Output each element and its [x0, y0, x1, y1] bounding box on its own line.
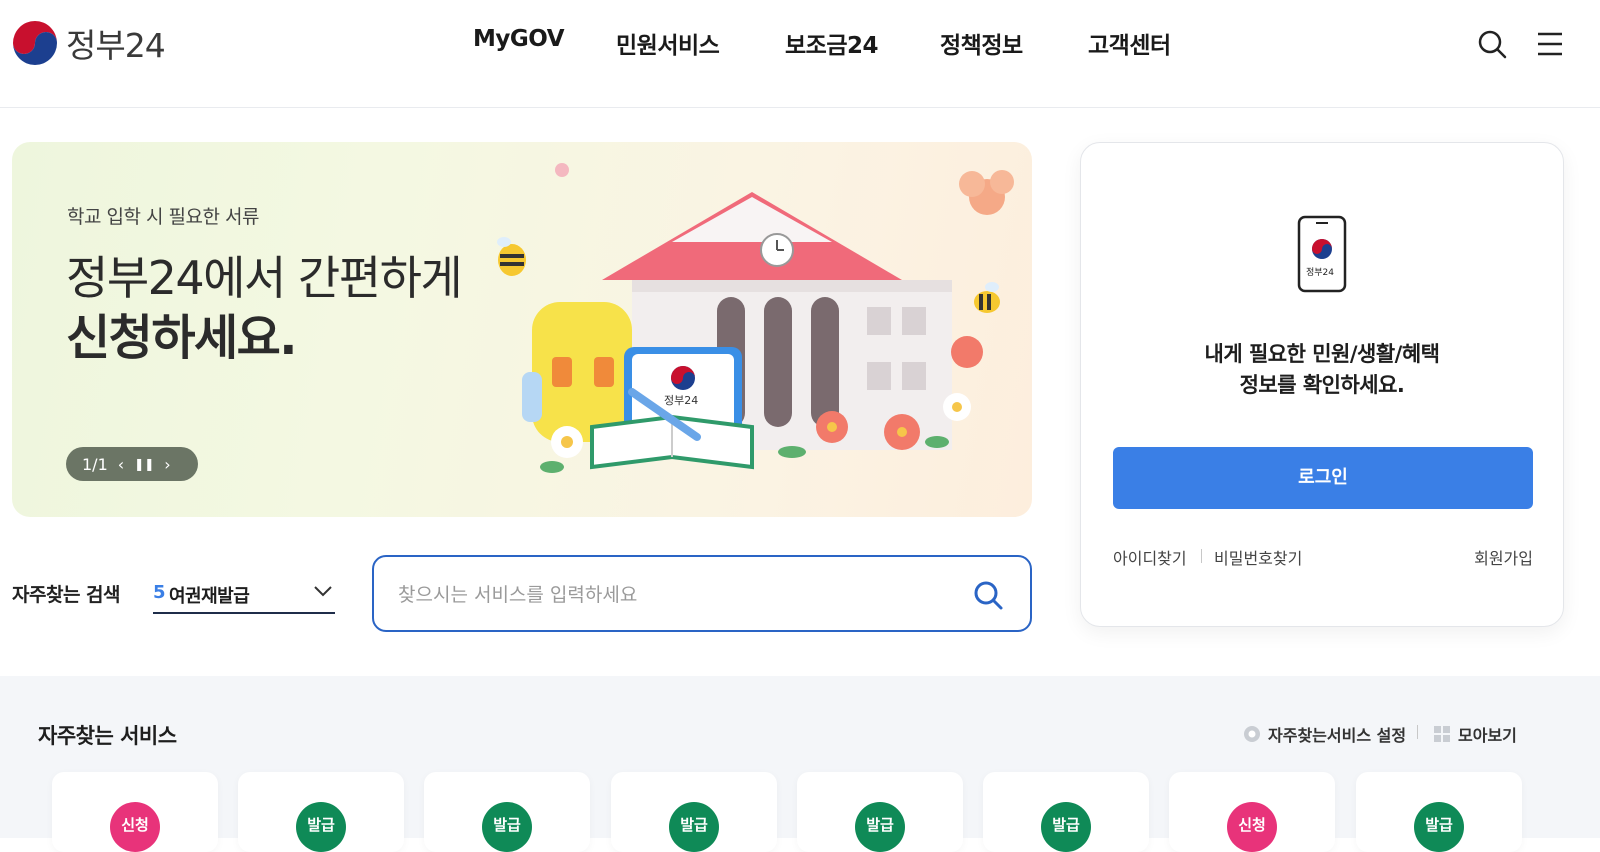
frequent-search-label: 자주찾는 검색: [12, 584, 121, 606]
nav-subsidy24[interactable]: 보조금24: [785, 26, 879, 60]
hero-title-line2: 신청하세요.: [66, 310, 298, 366]
next-slide-icon[interactable]: ›: [164, 455, 170, 474]
banner-pager: 1/1 ‹ ❚❚ ›: [66, 447, 198, 481]
header-divider: [1417, 725, 1418, 739]
login-message-line1: 내게 필요한 민원/생활/혜택: [1204, 342, 1440, 366]
hero-subtitle: 학교 입학 시 필요한 서류: [67, 206, 259, 228]
service-card[interactable]: 발급: [1356, 772, 1522, 852]
school-illustration: 정부24: [497, 163, 1014, 473]
issue-badge: 발급: [669, 802, 719, 852]
link-divider: [1201, 549, 1202, 563]
mobile-phone-icon: 정부24: [1297, 215, 1347, 293]
frequent-services-settings-button[interactable]: 자주찾는서비스 설정: [1242, 722, 1406, 746]
issue-badge: 발급: [1414, 802, 1464, 852]
pager-count: 1/1: [82, 454, 108, 474]
find-id-link[interactable]: 아이디찾기: [1113, 545, 1187, 569]
nav-mygov[interactable]: MyGOV: [473, 26, 565, 52]
frequent-search-dropdown[interactable]: 5 여권재발급: [153, 574, 335, 614]
nav-customer-center[interactable]: 고객센터: [1088, 26, 1171, 60]
issue-badge: 발급: [1041, 802, 1091, 852]
search-icon[interactable]: [970, 577, 1006, 613]
account-links: 아이디찾기 비밀번호찾기 회원가입: [1113, 545, 1533, 569]
service-card[interactable]: 발급: [797, 772, 963, 852]
flower-icon: [959, 170, 1014, 215]
pause-icon[interactable]: ❚❚: [134, 457, 154, 471]
service-card[interactable]: 발급: [424, 772, 590, 852]
frequent-services-title: 자주찾는 서비스: [38, 724, 177, 748]
login-message-line2: 정보를 확인하세요.: [1239, 373, 1405, 397]
login-button[interactable]: 로그인: [1113, 447, 1533, 509]
issue-badge: 발급: [855, 802, 905, 852]
hamburger-menu-icon[interactable]: [1532, 26, 1568, 62]
view-all-label: 모아보기: [1458, 726, 1517, 745]
apply-badge: 신청: [110, 802, 160, 852]
main-nav: MyGOV 민원서비스 보조금24 정책정보 고객센터: [0, 26, 1600, 62]
view-all-button[interactable]: 모아보기: [1434, 722, 1517, 746]
apply-badge: 신청: [1227, 802, 1277, 852]
tablet-badge-text: 정부24: [664, 394, 698, 407]
login-message: 내게 필요한 민원/생활/혜택 정보를 확인하세요.: [1081, 339, 1563, 401]
grid-icon: [1434, 726, 1450, 742]
service-card[interactable]: 발급: [611, 772, 777, 852]
signup-link[interactable]: 회원가입: [1474, 545, 1533, 569]
prev-slide-icon[interactable]: ‹: [118, 455, 124, 474]
service-card[interactable]: 신청: [1169, 772, 1335, 852]
hero-banner[interactable]: 학교 입학 시 필요한 서류 정부24에서 간편하게 신청하세요. 1/1 ‹ …: [12, 142, 1032, 517]
nav-policy-info[interactable]: 정책정보: [940, 26, 1023, 60]
nav-civil-services[interactable]: 민원서비스: [616, 26, 720, 60]
service-card[interactable]: 신청: [52, 772, 218, 852]
phone-logo-text: 정부24: [1306, 267, 1334, 278]
service-card[interactable]: 발급: [238, 772, 404, 852]
frequent-services-section: 자주찾는 서비스 자주찾는서비스 설정 모아보기 신청 발급 발급 발급 발급 …: [0, 676, 1600, 852]
find-password-link[interactable]: 비밀번호찾기: [1214, 545, 1302, 569]
issue-badge: 발급: [482, 802, 532, 852]
settings-label: 자주찾는서비스 설정: [1268, 726, 1407, 745]
issue-badge: 발급: [296, 802, 346, 852]
chevron-down-icon: [314, 586, 332, 597]
service-search-box: [372, 555, 1032, 632]
login-card: 정부24 내게 필요한 민원/생활/혜택 정보를 확인하세요. 로그인 아이디찾…: [1080, 142, 1564, 627]
frequent-search-value: 여권재발급: [169, 586, 250, 607]
frequent-search-rank: 5: [153, 582, 166, 603]
gear-icon: [1244, 726, 1260, 742]
service-card[interactable]: 발급: [983, 772, 1149, 852]
hero-title-line1: 정부24에서 간편하게: [66, 251, 463, 305]
service-search-input[interactable]: [398, 579, 958, 611]
site-header: 정부24 MyGOV 민원서비스 보조금24 정책정보 고객센터: [0, 0, 1600, 108]
bee-icon: [497, 237, 526, 276]
search-icon[interactable]: [1474, 26, 1510, 62]
